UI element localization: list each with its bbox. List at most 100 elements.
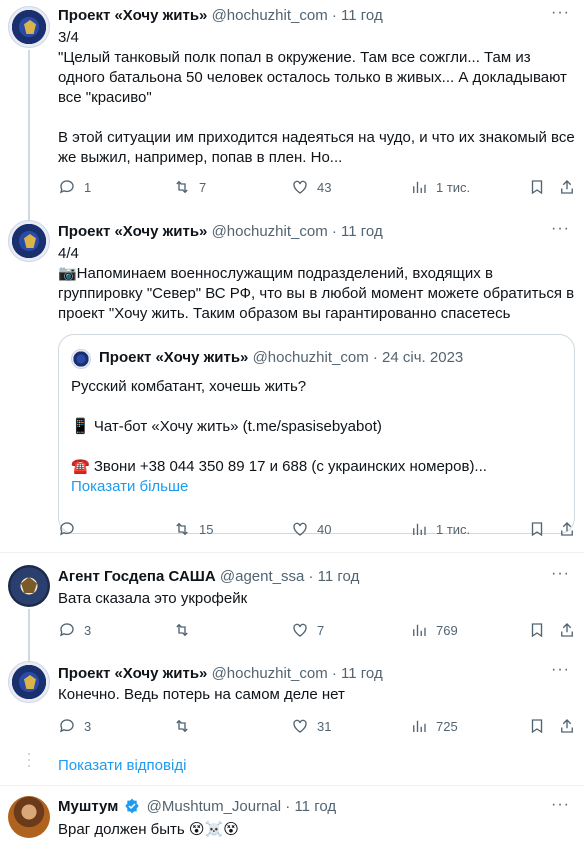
tweet[interactable]: Проект «Хочу жить» @hochuzhit_com · 11 г…: [0, 0, 584, 212]
tweet[interactable]: Муштум @Mushtum_Journal · 11 год ··· Вра…: [0, 786, 584, 851]
avatar[interactable]: [8, 796, 50, 838]
share-button[interactable]: [558, 178, 584, 196]
retweet-icon: [176, 623, 188, 637]
more-icon[interactable]: ···: [551, 220, 570, 238]
reply-button[interactable]: [58, 520, 84, 538]
tweet-text: Вата сказала это укрофейк: [58, 590, 248, 607]
thread-line: [28, 212, 30, 220]
avatar[interactable]: [8, 661, 50, 703]
more-icon[interactable]: ···: [551, 4, 570, 22]
timestamp[interactable]: 11 год: [341, 223, 383, 240]
bookmark-button[interactable]: [528, 717, 554, 735]
quoted-tweet[interactable]: Проект «Хочу жить» @hochuzhit_com · 24 с…: [58, 334, 575, 534]
tweet-actions: 1 7 43 1 тис.: [58, 178, 578, 198]
more-icon[interactable]: ···: [551, 661, 570, 679]
tweet[interactable]: Проект «Хочу жить» @hochuzhit_com · 11 г…: [0, 653, 584, 785]
author-name[interactable]: Проект «Хочу жить»: [58, 665, 207, 682]
tweet-header: Проект «Хочу жить» @hochuzhit_com · 11 г…: [58, 7, 383, 24]
timestamp[interactable]: 11 год: [341, 7, 383, 24]
views-icon: [413, 181, 426, 193]
timestamp[interactable]: 11 год: [318, 568, 360, 585]
quote-header: Проект «Хочу жить» @hochuzhit_com · 24 с…: [99, 349, 463, 366]
views-icon: [413, 624, 426, 636]
reply-icon: [59, 719, 74, 733]
share-button[interactable]: [558, 621, 584, 639]
show-more-link[interactable]: Показати більше: [71, 477, 561, 497]
reply-button[interactable]: 3: [58, 717, 91, 735]
separator-dot: ·: [331, 223, 337, 240]
author-handle[interactable]: @agent_ssa: [220, 568, 304, 585]
views-button[interactable]: 725: [410, 717, 458, 735]
timestamp[interactable]: 11 год: [341, 665, 383, 682]
views-button[interactable]: 1 тис.: [410, 520, 470, 538]
like-button[interactable]: 43: [291, 178, 331, 196]
author-name[interactable]: Проект «Хочу жить»: [58, 7, 207, 24]
bookmark-icon: [531, 623, 543, 638]
tweet[interactable]: Проект «Хочу жить» @hochuzhit_com · 11 г…: [0, 212, 584, 552]
bookmark-button[interactable]: [528, 520, 554, 538]
reply-button[interactable]: 3: [58, 621, 91, 639]
bookmark-icon: [531, 719, 543, 734]
avatar[interactable]: [8, 565, 50, 607]
like-count: 40: [317, 521, 332, 537]
quote-line: ☎️ Звони +38 044 350 89 17 и 688 (с укра…: [71, 458, 487, 475]
bookmark-button[interactable]: [528, 621, 554, 639]
show-replies-link[interactable]: Показати відповіді: [58, 757, 186, 774]
share-icon: [561, 180, 573, 194]
share-icon: [561, 719, 573, 733]
retweet-button[interactable]: 7: [173, 178, 206, 196]
like-button[interactable]: 40: [291, 520, 331, 538]
avatar[interactable]: [8, 6, 50, 48]
bookmark-button[interactable]: [528, 178, 554, 196]
views-button[interactable]: 1 тис.: [410, 178, 470, 196]
author-handle[interactable]: @Mushtum_Journal: [147, 798, 281, 815]
reply-count: 3: [84, 718, 92, 734]
bookmark-icon: [531, 522, 543, 537]
author-name[interactable]: Муштум: [58, 798, 118, 815]
separator-dot: ·: [331, 665, 337, 682]
separator-dot: ·: [285, 798, 291, 815]
share-icon: [561, 522, 573, 536]
tweet-text: Конечно. Ведь потерь на самом деле нет: [58, 686, 345, 703]
quote-line: Русский комбатант, хочешь жить?: [71, 378, 307, 395]
more-icon[interactable]: ···: [551, 565, 570, 583]
tweet[interactable]: Агент Госдепа САША @agent_ssa · 11 год ·…: [0, 553, 584, 653]
author-handle[interactable]: @hochuzhit_com: [212, 665, 328, 682]
reply-button[interactable]: 1: [58, 178, 91, 196]
tweet-actions: 15 40 1 тис.: [58, 520, 578, 540]
author-name[interactable]: Агент Госдепа САША: [58, 568, 216, 585]
tweet-text: 3/4 "Целый танковый полк попал в окружен…: [58, 29, 575, 166]
reply-count: 3: [84, 622, 92, 638]
quote-author-name: Проект «Хочу жить»: [99, 349, 249, 366]
views-icon: [413, 523, 426, 535]
bookmark-icon: [531, 180, 543, 195]
avatar[interactable]: [8, 220, 50, 262]
like-icon: [293, 522, 307, 536]
reply-icon: [59, 623, 74, 637]
share-button[interactable]: [558, 717, 584, 735]
like-button[interactable]: 7: [291, 621, 324, 639]
tweet-text: 4/4 📷Напоминаем военнослужащим подраздел…: [58, 245, 575, 322]
retweet-count: 7: [199, 179, 207, 195]
retweet-button[interactable]: [173, 717, 199, 735]
retweet-button[interactable]: 15: [173, 520, 213, 538]
author-handle[interactable]: @hochuzhit_com: [212, 223, 328, 240]
tweet-header: Агент Госдепа САША @agent_ssa · 11 год: [58, 568, 359, 585]
like-count: 7: [317, 622, 325, 638]
thread-line: [28, 50, 30, 212]
tweet-actions: 3 7 769: [58, 621, 578, 641]
timestamp[interactable]: 11 год: [294, 798, 336, 815]
views-count: 1 тис.: [436, 179, 471, 195]
share-button[interactable]: [558, 520, 584, 538]
author-name[interactable]: Проект «Хочу жить»: [58, 223, 207, 240]
quote-line: 📱 Чат-бот «Хочу жить» (t.me/spasisebyabo…: [71, 418, 382, 435]
retweet-icon: [176, 180, 188, 194]
more-icon[interactable]: ···: [551, 796, 570, 814]
views-button[interactable]: 769: [410, 621, 458, 639]
author-handle[interactable]: @hochuzhit_com: [212, 7, 328, 24]
retweet-button[interactable]: [173, 621, 199, 639]
views-count: 725: [436, 718, 458, 734]
tweet-header: Проект «Хочу жить» @hochuzhit_com · 11 г…: [58, 665, 383, 682]
like-button[interactable]: 31: [291, 717, 331, 735]
like-icon: [293, 719, 307, 733]
